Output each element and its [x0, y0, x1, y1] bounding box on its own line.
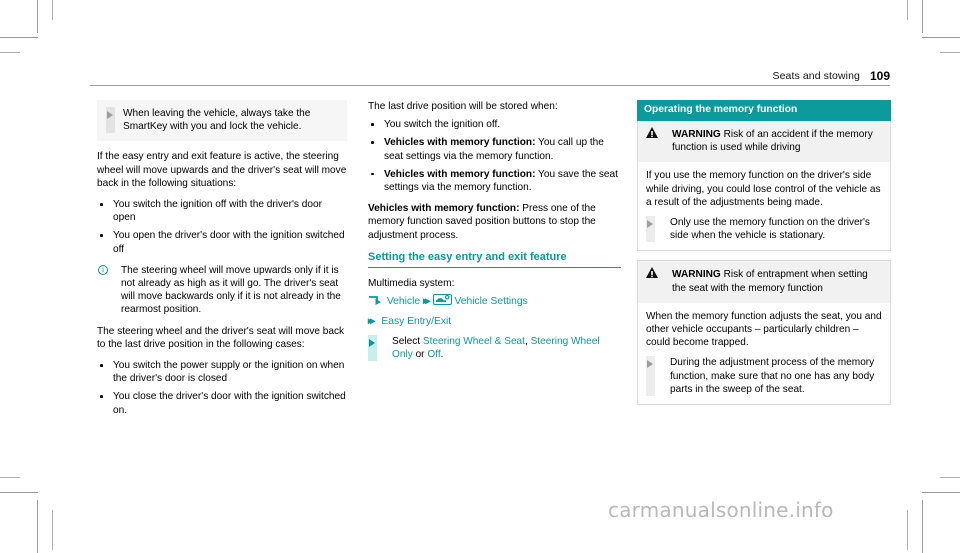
- list-item: You close the driver's door with the ign…: [97, 390, 347, 416]
- col1-bullet-list-2: You switch the power supply or the ignit…: [97, 359, 347, 417]
- bullet-dot-icon: [100, 395, 103, 399]
- action-triangle-icon: [646, 219, 653, 228]
- warning-body-text: If you use the memory function on the dr…: [646, 170, 881, 208]
- list-item: Vehicles with memory function: You save …: [368, 168, 621, 194]
- column-three: Operating the memory function WARNING Ri…: [637, 100, 891, 414]
- crop-mark-bottom-left-h: [0, 492, 38, 493]
- action-item: When leaving the vehicle, always take th…: [97, 107, 339, 134]
- col2-memory-label: Vehicles with memory function:: [368, 203, 520, 215]
- action-text: During the adjustment process of the mem…: [670, 357, 875, 395]
- bullet-dot-icon: [100, 234, 103, 238]
- action-triangle-icon: [106, 110, 113, 119]
- select-label: Select: [392, 336, 423, 348]
- column-two: The last drive position will be stored w…: [368, 100, 621, 369]
- menu-path-separator-icon: ▸▸: [368, 315, 376, 327]
- vehicle-settings-icon: [433, 294, 453, 306]
- action-item: During the adjustment process of the mem…: [646, 356, 882, 397]
- page-header: Seats and stowing 109: [90, 62, 890, 86]
- crop-mark-top-left-inner-v: [52, 0, 53, 20]
- warning-label: WARNING: [672, 129, 721, 140]
- info-note-text: The steering wheel will move upwards onl…: [121, 264, 341, 316]
- list-item: Vehicles with memory function: You call …: [368, 136, 621, 162]
- warning-box: WARNING Risk of entrapment when setting …: [637, 260, 891, 406]
- list-item: You open the driver's door with the igni…: [97, 229, 347, 255]
- col2-intro-paragraph: The last drive position will be stored w…: [368, 101, 558, 112]
- warning-triangle-icon: [646, 127, 658, 138]
- action-text: Only use the memory function on the driv…: [670, 217, 870, 242]
- action-item: Only use the memory function on the driv…: [646, 216, 882, 243]
- crop-mark-top-left-inner-h: [0, 52, 20, 53]
- warning-body: When the memory function adjusts the sea…: [638, 302, 890, 405]
- warning-body-text: When the memory function adjusts the sea…: [646, 310, 882, 349]
- option-steering-wheel-and-seat[interactable]: Steering Wheel & Seat: [423, 336, 525, 347]
- warning-header-text: WARNING Risk of an accident if the memor…: [646, 128, 882, 154]
- list-item-label: Vehicles with memory function:: [384, 137, 536, 149]
- crop-mark-top-left-h: [0, 37, 38, 38]
- action-text: When leaving the vehicle, always take th…: [123, 108, 311, 133]
- list-item-label: Vehicles with memory function:: [384, 168, 536, 180]
- list-item-text: You close the driver's door with the ign…: [113, 391, 346, 416]
- crop-mark-bottom-left-inner-v: [52, 510, 53, 550]
- action-triangle-icon: [646, 359, 653, 368]
- warning-header-text: WARNING Risk of entrapment when setting …: [646, 268, 882, 294]
- list-item-text: You switch the power supply or the ignit…: [113, 360, 345, 385]
- bullet-dot-icon: [371, 172, 374, 176]
- menu-path-second-line: ▸▸ Easy Entry/Exit: [368, 315, 621, 330]
- operating-memory-function-title: Operating the memory function: [637, 100, 891, 121]
- action-triangle-icon: [368, 338, 375, 347]
- crop-mark-top-right-h: [922, 37, 960, 38]
- list-item-text: You switch the ignition off.: [384, 119, 501, 131]
- col2-memory-paragraph: Vehicles with memory function: Press one…: [368, 202, 621, 242]
- enter-arrow-icon: [368, 296, 385, 308]
- menu-path-item-vehicle[interactable]: Vehicle: [387, 296, 420, 307]
- crop-mark-bottom-right-inner-h: [940, 477, 960, 478]
- warning-body: If you use the memory function on the dr…: [638, 162, 890, 251]
- crop-mark-top-right-inner-h: [940, 52, 960, 53]
- warning-label: WARNING: [672, 269, 721, 281]
- bullet-dot-icon: [371, 141, 374, 144]
- menu-path-item-easy-entry-exit[interactable]: Easy Entry/Exit: [381, 316, 451, 327]
- bullet-dot-icon: [100, 364, 103, 367]
- list-item-text: You open the driver's door with the igni…: [113, 230, 345, 255]
- crop-mark-top-left-v: [37, 0, 38, 33]
- bullet-dot-icon: [100, 203, 103, 206]
- info-note: i The steering wheel will move upwards o…: [97, 264, 347, 317]
- period: .: [440, 349, 444, 361]
- action-item-select: Select Steering Wheel & Seat, Steering W…: [368, 335, 621, 362]
- or-separator: or: [412, 349, 428, 361]
- crop-mark-top-right-v: [922, 0, 923, 33]
- crop-mark-bottom-left-inner-h: [0, 477, 20, 478]
- crop-mark-top-right-inner-v: [907, 0, 908, 20]
- menu-path: Vehicle ▸▸ Vehicle Settings: [368, 294, 621, 311]
- multimedia-label: Multimedia system:: [368, 277, 455, 289]
- crop-mark-bottom-left-v: [37, 500, 38, 553]
- menu-path-separator-icon: ▸▸: [423, 296, 431, 308]
- col1-intro-paragraph: If the easy entry and exit feature is ac…: [97, 151, 347, 189]
- warning-header: WARNING Risk of an accident if the memor…: [638, 121, 890, 163]
- list-item: You switch the power supply or the ignit…: [97, 359, 347, 385]
- col1-bullet-list: You switch the ignition off with the dri…: [97, 198, 347, 256]
- header-section-title: Seats and stowing: [772, 70, 860, 82]
- section-heading: Setting the easy entry and exit feature: [368, 250, 621, 268]
- menu-path-item-vehicle-settings[interactable]: Vehicle Settings: [454, 296, 527, 307]
- warning-header: WARNING Risk of entrapment when setting …: [638, 261, 890, 303]
- header-rule: [90, 85, 890, 86]
- watermark: carmanualsonline.info: [608, 498, 834, 522]
- col1-intro2-paragraph: The steering wheel and the driver's seat…: [97, 325, 345, 350]
- crop-mark-bottom-right-v: [922, 500, 923, 553]
- info-circle-icon: i: [98, 265, 108, 276]
- col2-bullet-list: You switch the ignition off. Vehicles wi…: [368, 118, 621, 194]
- warning-box: WARNING Risk of an accident if the memor…: [637, 121, 891, 252]
- list-item-text: You switch the ignition off with the dri…: [113, 199, 322, 224]
- list-item: You switch the ignition off with the dri…: [97, 198, 347, 224]
- note-panel: When leaving the vehicle, always take th…: [97, 100, 347, 142]
- list-item: You switch the ignition off.: [368, 118, 621, 131]
- page-number: 109: [869, 69, 890, 83]
- bullet-dot-icon: [371, 123, 374, 126]
- option-off[interactable]: Off: [427, 349, 440, 360]
- crop-mark-bottom-right-h: [922, 492, 960, 493]
- column-one: When leaving the vehicle, always take th…: [97, 100, 347, 425]
- crop-mark-bottom-right-inner-v: [907, 510, 908, 550]
- warning-triangle-icon: [646, 267, 658, 279]
